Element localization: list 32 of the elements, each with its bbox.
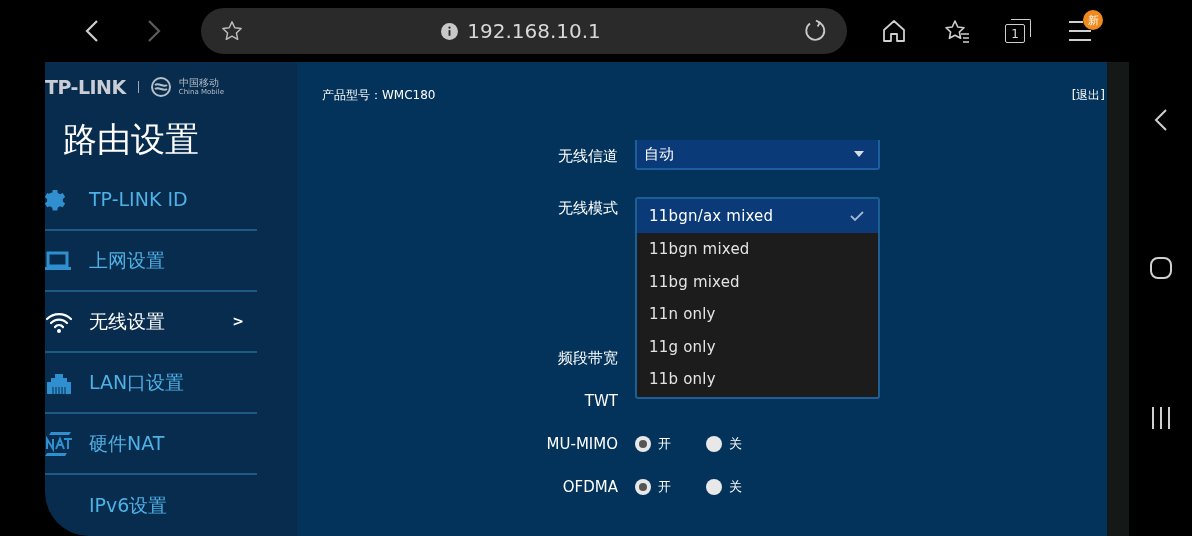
radio-label: 关: [729, 477, 742, 496]
radio-label: 开: [658, 477, 671, 496]
dropdown-option[interactable]: 11bgn mixed: [637, 233, 878, 266]
address-bar[interactable]: 192.168.10.1: [201, 8, 847, 54]
field-label: TWT: [584, 391, 618, 411]
new-badge: 新: [1083, 10, 1103, 30]
model-label: 产品型号：WMC180: [322, 86, 436, 104]
field-label: 频段带宽: [558, 348, 618, 368]
logout-link[interactable]: [退出]: [1071, 85, 1105, 104]
sidebar-item[interactable]: LAN口设置: [45, 353, 257, 414]
field-label: 无线信道: [558, 145, 618, 166]
sidebar-item[interactable]: IPv6设置: [45, 475, 257, 536]
radio-label: 开: [658, 434, 671, 453]
sidebar-item[interactable]: 无线设置 >: [45, 292, 257, 353]
select-field[interactable]: 自动: [635, 140, 880, 170]
field-label: MU-MIMO: [546, 434, 618, 454]
partner-name: 中国移动: [178, 78, 219, 89]
dropdown-option[interactable]: 11bgn/ax mixed: [637, 199, 878, 233]
expand-arrow: >: [232, 312, 244, 331]
field-label: OFDMA: [562, 477, 618, 497]
sidebar-item[interactable]: 硬件NAT: [45, 414, 257, 475]
radio-label: 关: [729, 434, 742, 453]
dropdown-option[interactable]: 11b only: [637, 363, 878, 396]
dropdown-option[interactable]: 11g only: [637, 330, 878, 364]
sidebar-title: 路由设置: [63, 122, 199, 157]
dropdown-option[interactable]: 11n only: [637, 298, 878, 331]
sidebar-item[interactable]: 上网设置: [45, 231, 257, 292]
brand-logo: TP-LINK: [45, 77, 126, 97]
sidebar-item[interactable]: TP-LINK ID: [45, 170, 257, 231]
url-text: 192.168.10.1: [467, 18, 601, 45]
dropdown-option[interactable]: 11bg mixed: [637, 265, 878, 299]
field-label: 无线模式: [558, 198, 618, 218]
